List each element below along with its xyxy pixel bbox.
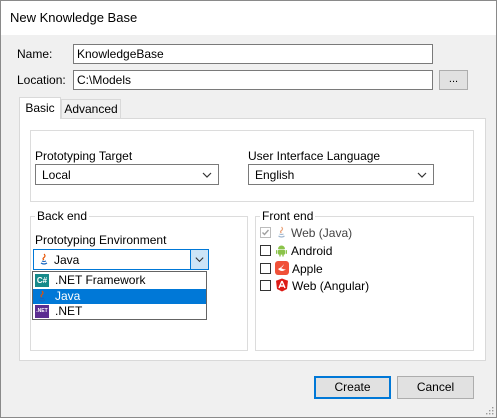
chevron-down-icon xyxy=(195,257,204,263)
window-title: New Knowledge Base xyxy=(10,10,138,25)
dropdown-item-java[interactable]: Java xyxy=(33,289,206,304)
name-label: Name: xyxy=(17,47,53,61)
prototyping-environment-label: Prototyping Environment xyxy=(35,233,167,247)
dotnet-icon: .NET xyxy=(35,305,49,318)
backend-group-title: Back end xyxy=(35,209,90,223)
checkmark-icon xyxy=(262,229,270,236)
java-icon xyxy=(278,226,285,238)
apple-label: Apple xyxy=(292,262,323,276)
web-java-label: Web (Java) xyxy=(291,226,353,240)
location-label: Location: xyxy=(17,73,66,87)
tab-basic[interactable]: Basic xyxy=(19,97,61,119)
ui-language-label: User Interface Language xyxy=(248,149,381,163)
java-icon xyxy=(38,290,46,302)
dropdown-item-label: .NET Framework xyxy=(55,273,146,287)
prototyping-target-label: Prototyping Target xyxy=(35,149,133,163)
prototyping-environment-value: Java xyxy=(54,253,80,267)
dropdown-item-label: .NET xyxy=(55,304,83,318)
web-angular-label: Web (Angular) xyxy=(292,279,370,293)
chevron-down-icon xyxy=(202,172,212,178)
frontend-group-title: Front end xyxy=(260,209,316,223)
apple-checkbox[interactable] xyxy=(260,263,271,274)
angular-icon xyxy=(276,278,288,292)
ui-language-combo[interactable]: English xyxy=(248,164,434,185)
browse-button[interactable]: ... xyxy=(439,70,468,90)
android-checkbox[interactable] xyxy=(260,245,271,256)
dropdown-item-net[interactable]: .NET .NET xyxy=(33,304,206,319)
web-angular-checkbox[interactable] xyxy=(260,280,271,291)
csharp-icon: C# xyxy=(35,274,49,287)
prototyping-target-combo[interactable]: Local xyxy=(35,164,219,185)
android-label: Android xyxy=(291,244,333,258)
chevron-down-icon xyxy=(417,172,427,178)
prototyping-environment-combo[interactable]: Java xyxy=(33,249,209,270)
dialog-window: New Knowledge Base Name: KnowledgeBase L… xyxy=(0,0,497,418)
title-bar[interactable]: New Knowledge Base xyxy=(1,1,496,35)
create-button[interactable]: Create xyxy=(314,376,391,399)
cancel-button[interactable]: Cancel xyxy=(397,376,474,399)
web-java-checkbox[interactable] xyxy=(260,227,271,238)
dropdown-item-label: Java xyxy=(55,289,81,303)
basic-tab-panel: Prototyping Target Local User Interface … xyxy=(19,118,486,361)
location-field[interactable]: C:\Models xyxy=(73,70,433,90)
environment-dropdown-button[interactable] xyxy=(190,250,208,269)
tab-advanced[interactable]: Advanced xyxy=(61,99,121,119)
swift-icon xyxy=(275,261,289,275)
environment-dropdown-list: C# .NET Framework Java .NET .NET xyxy=(32,271,207,320)
name-field[interactable]: KnowledgeBase xyxy=(73,44,433,64)
ui-language-value: English xyxy=(255,168,295,182)
dropdown-item-net-framework[interactable]: C# .NET Framework xyxy=(33,273,206,288)
prototyping-target-value: Local xyxy=(42,168,71,182)
resize-grip-icon[interactable] xyxy=(484,405,494,415)
android-icon xyxy=(276,245,287,257)
java-icon xyxy=(40,253,48,265)
